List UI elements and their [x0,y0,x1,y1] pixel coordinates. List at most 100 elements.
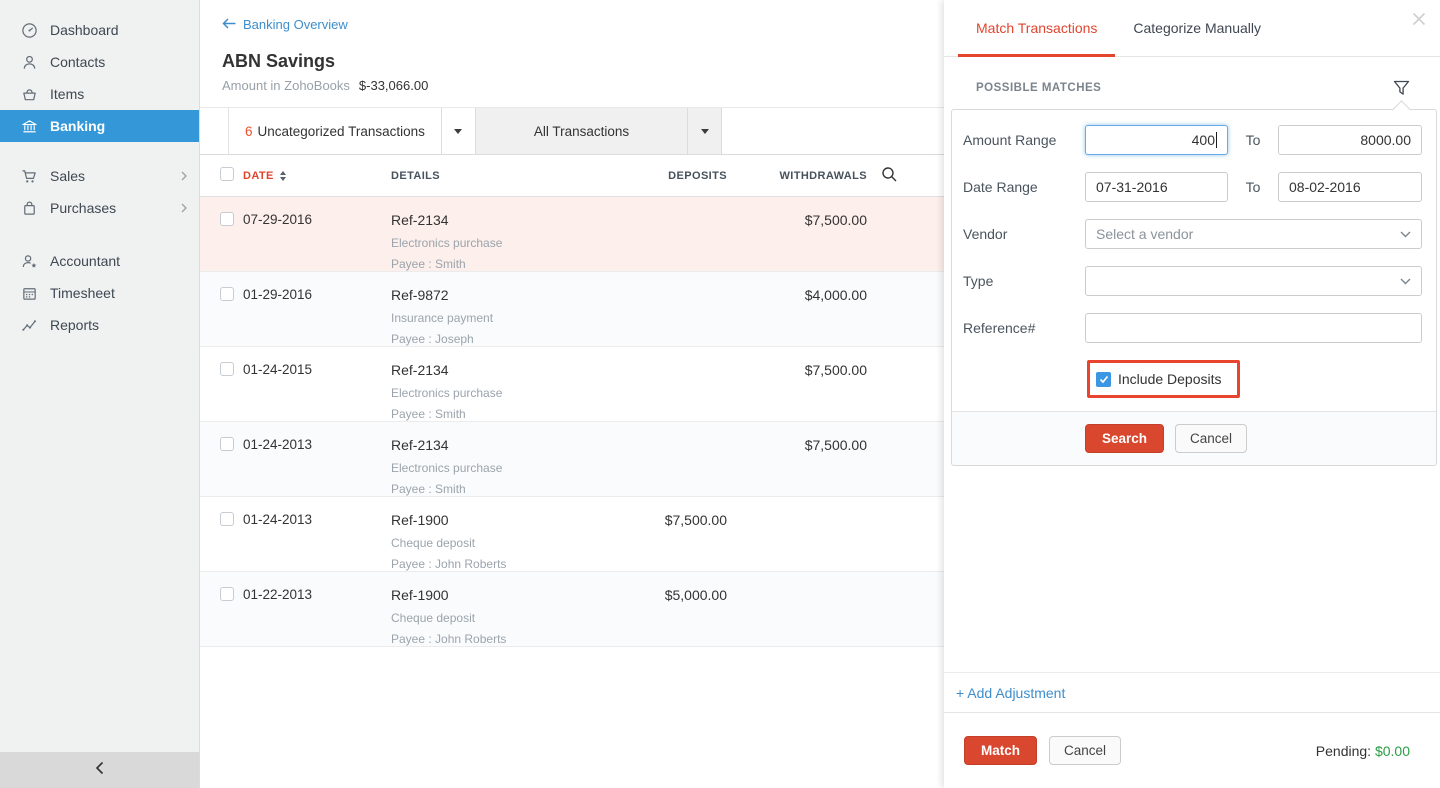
tab-match-transactions[interactable]: Match Transactions [958,0,1115,56]
checkbox-label: Include Deposits [1118,371,1222,387]
add-adjustment-link[interactable]: + Add Adjustment [944,672,1440,712]
sidebar-item-label: Purchases [50,200,116,216]
pending-label: Pending: [1316,743,1371,759]
search-button[interactable]: Search [1085,424,1164,453]
cell-description: Electronics purchase [391,236,580,250]
cell-reference: Ref-9872 [391,287,580,303]
cell-date: 01-22-2013 [243,587,391,602]
amount-from-input[interactable]: 400 [1085,125,1228,155]
row-checkbox[interactable] [220,362,234,376]
column-label: DATE [243,170,274,182]
date-from-input[interactable]: 07-31-2016 [1085,172,1228,202]
cell-description: Electronics purchase [391,461,580,475]
tab-uncategorized-transactions[interactable]: 6 Uncategorized Transactions [228,108,476,154]
sidebar-item-label: Timesheet [50,285,115,301]
field-label: Vendor [963,226,1085,242]
row-checkbox[interactable] [220,437,234,451]
table-row[interactable]: 01-24-2015 Ref-2134 Electronics purchase… [200,347,944,422]
filter-footer: Search Cancel [952,411,1436,465]
field-label: Reference# [963,320,1085,336]
tab-all-transactions[interactable]: All Transactions [476,108,722,154]
table-row[interactable]: 01-24-2013 Ref-2134 Electronics purchase… [200,422,944,497]
sidebar-item-dashboard[interactable]: Dashboard [0,14,199,46]
row-checkbox[interactable] [220,587,234,601]
close-icon[interactable] [1412,12,1426,26]
cell-date: 01-24-2015 [243,362,391,377]
table-row[interactable]: 07-29-2016 Ref-2134 Electronics purchase… [200,197,944,272]
date-range-row: Date Range 07-31-2016 To 08-02-2016 [963,172,1422,202]
tab-categorize-manually[interactable]: Categorize Manually [1115,0,1279,56]
dashboard-icon [20,21,38,39]
sidebar-item-label: Banking [50,118,105,134]
sidebar-item-contacts[interactable]: Contacts [0,46,199,78]
reports-icon [20,316,38,334]
pending-value: $0.00 [1375,743,1410,759]
uncategorized-count-badge: 6 [245,124,253,139]
row-checkbox[interactable] [220,512,234,526]
column-header-withdrawals[interactable]: WITHDRAWALS [727,170,867,182]
sidebar-group-divider [0,224,199,245]
sidebar-item-sales[interactable]: Sales [0,160,199,192]
panel-cancel-button[interactable]: Cancel [1049,736,1121,765]
transactions-tab-bar: 6 Uncategorized Transactions All Transac… [200,107,944,155]
table-row[interactable]: 01-24-2013 Ref-1900 Cheque deposit Payee… [200,497,944,572]
all-transactions-dropdown-arrow[interactable] [687,108,721,154]
cell-date: 07-29-2016 [243,212,391,227]
main-content: Banking Overview ABN Savings Amount in Z… [200,0,944,788]
pending-amount: Pending: $0.00 [1316,743,1410,759]
banking-icon [20,117,38,135]
row-checkbox[interactable] [220,212,234,226]
sidebar-collapse-button[interactable] [0,752,199,788]
cell-payee: Payee : Joseph [391,332,580,346]
filter-cancel-button[interactable]: Cancel [1175,424,1247,453]
sidebar-item-label: Reports [50,317,99,333]
select-placeholder: Select a vendor [1096,226,1193,242]
sidebar-item-timesheet[interactable]: Timesheet [0,277,199,309]
table-header: DATE DETAILS DEPOSITS WITHDRAWALS [200,155,944,197]
chevron-left-icon [95,761,104,780]
sidebar: Dashboard Contacts Items Banking Sales [0,0,200,788]
column-header-date[interactable]: DATE [243,170,391,182]
sales-icon [20,167,38,185]
select-all-checkbox[interactable] [220,167,234,181]
column-header-deposits[interactable]: DEPOSITS [580,170,727,182]
table-row[interactable]: 01-22-2013 Ref-1900 Cheque deposit Payee… [200,572,944,647]
search-icon[interactable] [881,166,898,186]
sidebar-item-label: Contacts [50,54,105,70]
amount-range-row: Amount Range 400 To 8000.00 [963,125,1422,155]
reference-input[interactable] [1085,313,1422,343]
type-select[interactable] [1085,266,1422,296]
vendor-select[interactable]: Select a vendor [1085,219,1422,249]
match-button[interactable]: Match [964,736,1037,765]
sidebar-item-reports[interactable]: Reports [0,309,199,341]
annotation-highlight-box: Include Deposits [1087,360,1240,398]
caret-down-icon [701,129,709,134]
sidebar-item-purchases[interactable]: Purchases [0,192,199,224]
column-header-details[interactable]: DETAILS [391,170,580,182]
section-title: POSSIBLE MATCHES [976,82,1101,94]
table-row[interactable]: 01-29-2016 Ref-9872 Insurance payment Pa… [200,272,944,347]
filter-icon[interactable] [1393,80,1410,96]
cell-payee: Payee : Smith [391,257,580,271]
page-title: ABN Savings [222,51,920,72]
cell-description: Cheque deposit [391,536,580,550]
filter-popover: Amount Range 400 To 8000.00 Date Range [951,109,1437,466]
back-arrow-icon [222,17,236,32]
sidebar-item-accountant[interactable]: Accountant [0,245,199,277]
reference-row: Reference# [963,313,1422,343]
cell-reference: Ref-2134 [391,362,580,378]
row-checkbox[interactable] [220,287,234,301]
back-to-banking-overview-link[interactable]: Banking Overview [222,17,348,32]
date-to-input[interactable]: 08-02-2016 [1278,172,1422,202]
uncategorized-dropdown-arrow[interactable] [441,108,475,154]
cell-withdrawal: $4,000.00 [727,287,867,303]
chevron-right-icon [181,203,187,213]
input-value: 07-31-2016 [1096,179,1168,195]
sidebar-item-banking[interactable]: Banking [0,110,199,142]
amount-to-input[interactable]: 8000.00 [1278,125,1422,155]
field-label: Type [963,273,1085,289]
to-label: To [1228,132,1278,148]
include-deposits-checkbox[interactable] [1096,372,1111,387]
sidebar-item-items[interactable]: Items [0,78,199,110]
sidebar-item-label: Items [50,86,84,102]
